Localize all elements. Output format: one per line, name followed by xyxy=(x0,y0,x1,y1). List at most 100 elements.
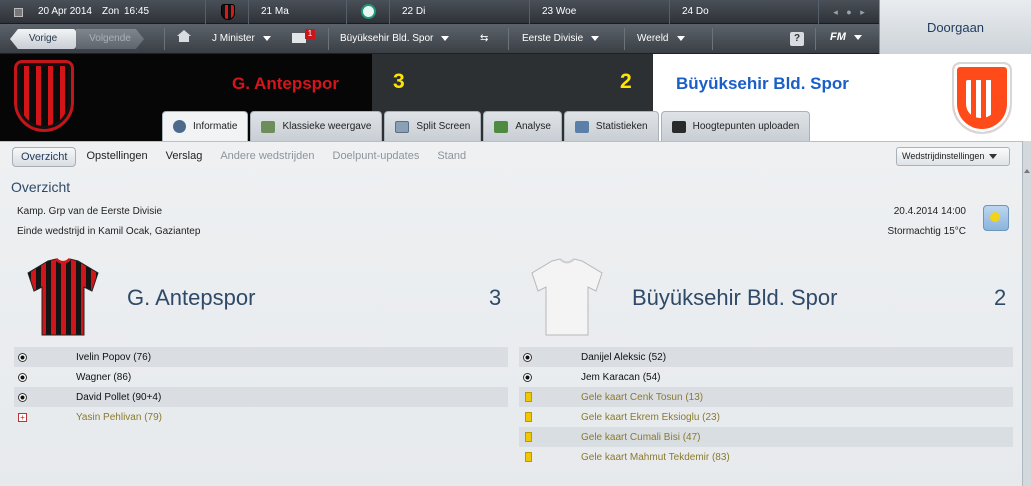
tab-klassieke-weergave[interactable]: Klassieke weergave xyxy=(250,111,383,141)
tab-label: Split Screen xyxy=(416,120,471,132)
calendar-today[interactable]: 20 Apr 2014 Zon 16:45 xyxy=(0,0,205,24)
tab-label: Informatie xyxy=(193,120,238,132)
tab-label: Analyse xyxy=(515,120,551,132)
weather-label: Stormachtig 15°C xyxy=(887,226,966,237)
chevron-down-icon xyxy=(989,154,998,160)
list-item: Danijel Aleksic (52) xyxy=(519,347,1013,367)
content-panel: Overzicht Opstellingen Verslag Andere we… xyxy=(0,141,1022,486)
tab-split-screen[interactable]: Split Screen xyxy=(384,111,482,141)
subtab-stand[interactable]: Stand xyxy=(429,147,474,167)
home-events-list: Ivelin Popov (76) Wagner (86) David Poll… xyxy=(14,347,508,427)
calendar-today-dot-icon[interactable]: ● xyxy=(846,7,851,17)
home-team-name[interactable]: G. Antepspor xyxy=(127,285,255,311)
swap-icon[interactable]: ⇆ xyxy=(480,29,488,49)
subtab-andere-wedstrijden[interactable]: Andere wedstrijden xyxy=(212,147,322,167)
fm-logo: FM xyxy=(830,31,846,43)
subtab-verslag[interactable]: Verslag xyxy=(158,147,211,167)
back-button[interactable]: Vorige xyxy=(10,29,76,49)
section-title: Overzicht xyxy=(11,179,71,195)
calendar-fixture[interactable] xyxy=(346,0,389,24)
away-team-name[interactable]: Büyüksehir Bld. Spor xyxy=(632,285,837,311)
toolbar-divider xyxy=(712,28,713,50)
yellow-card-icon xyxy=(525,452,532,462)
calendar-day[interactable]: 24 Do xyxy=(669,0,818,24)
event-text[interactable]: Jem Karacan (54) xyxy=(581,372,660,383)
settings-label: Wedstrijdinstellingen xyxy=(902,151,985,161)
calendar-icon xyxy=(14,8,23,17)
calendar-day[interactable]: 21 Ma xyxy=(248,0,346,24)
goal-ball-icon xyxy=(523,372,532,382)
yellow-card-icon xyxy=(525,432,532,442)
fm-menu[interactable]: FM xyxy=(830,31,862,43)
home-crest-icon[interactable] xyxy=(14,60,74,132)
scroll-up-icon[interactable] xyxy=(1024,169,1030,173)
list-item: Gele kaart Ekrem Eksioglu (23) xyxy=(519,407,1013,427)
subtab-bar: Overzicht Opstellingen Verslag Andere we… xyxy=(12,147,476,167)
calendar-day-label: 24 Do xyxy=(682,6,709,17)
calendar-day-label: 22 Di xyxy=(402,6,426,17)
forward-button[interactable]: Volgende xyxy=(76,29,144,49)
manager-menu[interactable]: J Minister xyxy=(212,29,271,49)
event-text[interactable]: David Pollet (90+4) xyxy=(76,392,161,403)
league-menu[interactable]: Eerste Divisie xyxy=(522,29,600,49)
chevron-down-icon xyxy=(441,35,450,41)
home-club-crest-icon xyxy=(221,4,235,20)
calendar-nav[interactable]: ◂ ● ▸ xyxy=(818,0,879,24)
toolbar-divider xyxy=(164,28,165,50)
match-settings-dropdown[interactable]: Wedstrijdinstellingen xyxy=(896,147,1010,166)
inbox-button[interactable]: 1 xyxy=(292,29,316,49)
home-team-score: 3 xyxy=(489,285,502,310)
list-item: Gele kaart Cumali Bisi (47) xyxy=(519,427,1013,447)
list-item: + Yasin Pehlivan (79) xyxy=(14,407,508,427)
calendar-day-label: 21 Ma xyxy=(261,6,289,17)
help-button[interactable]: ? xyxy=(790,32,804,46)
today-date: 20 Apr 2014 xyxy=(38,6,92,17)
event-text[interactable]: Wagner (86) xyxy=(76,372,131,383)
calendar-prev-icon[interactable]: ◂ xyxy=(833,7,838,17)
competition-label[interactable]: Kamp. Grp van de Eerste Divisie xyxy=(17,206,162,217)
event-text[interactable]: Gele kaart Mahmut Tekdemir (83) xyxy=(581,452,730,463)
event-text[interactable]: Danijel Aleksic (52) xyxy=(581,352,666,363)
calendar-bar: 20 Apr 2014 Zon 16:45 21 Ma 22 Di 23 Woe… xyxy=(0,0,879,24)
event-text[interactable]: Gele kaart Cenk Tosun (13) xyxy=(581,392,703,403)
calendar-day[interactable]: 22 Di xyxy=(389,0,529,24)
event-text[interactable]: Yasin Pehlivan (79) xyxy=(76,412,162,423)
event-text[interactable]: Gele kaart Ekrem Eksioglu (23) xyxy=(581,412,720,423)
home-icon[interactable] xyxy=(176,29,192,49)
toolbar-divider xyxy=(508,28,509,50)
calendar-match-day[interactable] xyxy=(205,0,248,24)
vertical-scrollbar[interactable] xyxy=(1022,141,1031,486)
calendar-day[interactable]: 23 Woe xyxy=(529,0,669,24)
calendar-day-label: 23 Woe xyxy=(542,6,577,17)
tab-statistieken[interactable]: Statistieken xyxy=(563,111,659,141)
tab-label: Statistieken xyxy=(595,120,648,132)
tab-analyse[interactable]: Analyse xyxy=(483,111,562,141)
subtab-overzicht[interactable]: Overzicht xyxy=(12,147,77,167)
today-day: Zon xyxy=(102,6,120,17)
current-time: 16:45 xyxy=(124,6,150,17)
injury-cross-icon: + xyxy=(18,412,27,422)
club-name: Büyüksehir Bld. Spor xyxy=(340,33,434,44)
home-shirt-icon xyxy=(27,257,99,336)
list-item: Gele kaart Mahmut Tekdemir (83) xyxy=(519,447,1013,467)
away-crest-icon[interactable] xyxy=(952,62,1012,134)
split-screen-icon xyxy=(395,120,410,133)
calendar-next-icon[interactable]: ▸ xyxy=(860,7,865,17)
subtab-doelpunt-updates[interactable]: Doelpunt-updates xyxy=(325,147,428,167)
club-menu[interactable]: Büyüksehir Bld. Spor xyxy=(340,29,450,49)
event-text[interactable]: Ivelin Popov (76) xyxy=(76,352,151,363)
world-label: Wereld xyxy=(637,33,669,44)
continue-button[interactable]: Doorgaan xyxy=(879,0,1031,54)
toolbar-divider xyxy=(624,28,625,50)
subtab-opstellingen[interactable]: Opstellingen xyxy=(78,147,155,167)
venue-label: Einde wedstrijd in Kamil Ocak, Gaziantep xyxy=(17,226,201,237)
scoreboard-home-name[interactable]: G. Antepspor xyxy=(232,74,339,94)
goal-ball-icon xyxy=(18,372,27,382)
tab-informatie[interactable]: Informatie xyxy=(162,111,249,141)
scoreboard-home-score: 3 xyxy=(393,70,405,93)
league-name: Eerste Divisie xyxy=(522,33,584,44)
scoreboard-away-name[interactable]: Büyüksehir Bld. Spor xyxy=(676,74,849,94)
event-text[interactable]: Gele kaart Cumali Bisi (47) xyxy=(581,432,700,443)
tab-hoogtepunten[interactable]: Hoogtepunten uploaden xyxy=(660,111,811,141)
world-menu[interactable]: Wereld xyxy=(637,29,685,49)
